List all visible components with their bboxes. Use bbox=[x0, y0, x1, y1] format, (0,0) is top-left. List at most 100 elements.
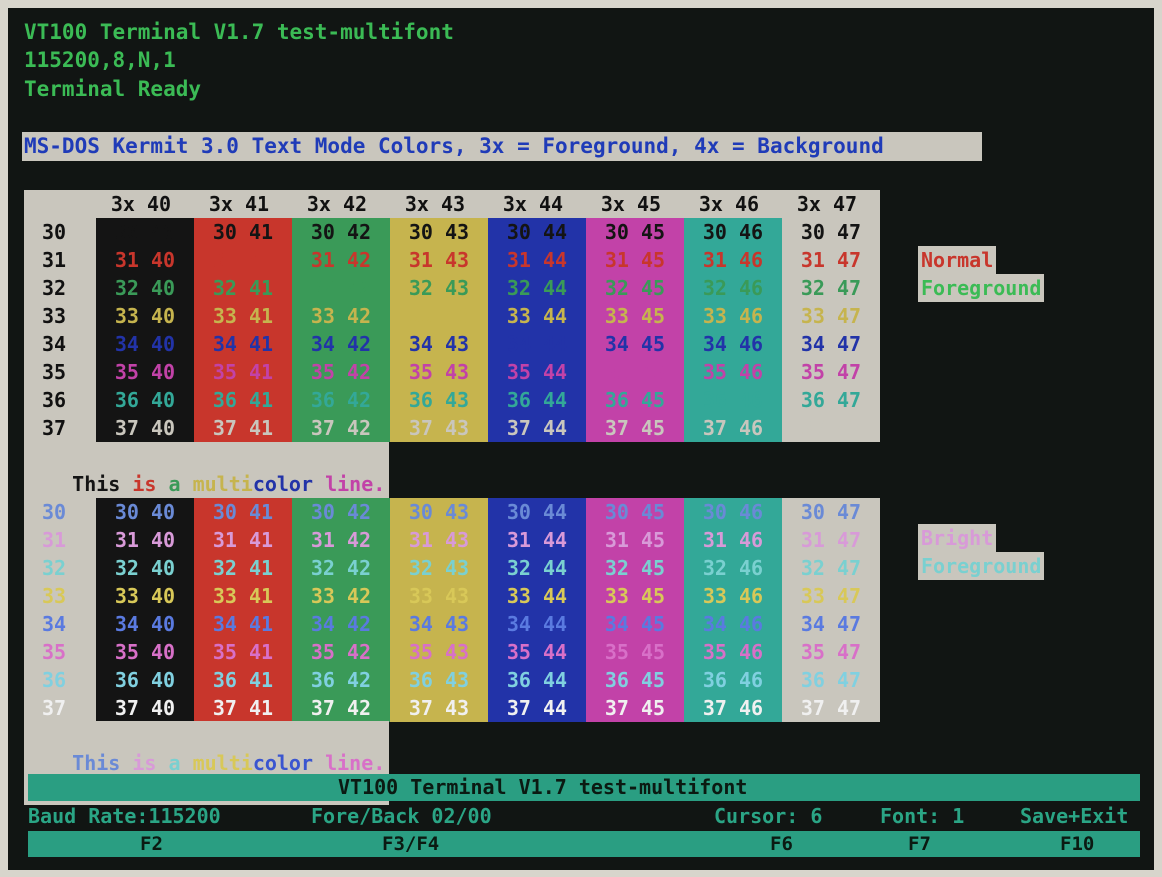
column-header: 3x 42 bbox=[306, 192, 368, 216]
color-sample-36-42: 36 42 bbox=[310, 668, 372, 692]
f3-f4-key[interactable]: F3/F4 bbox=[382, 831, 439, 857]
color-sample-36-41: 36 41 bbox=[212, 668, 274, 692]
color-sample-37-41: 37 41 bbox=[212, 416, 274, 440]
color-sample-34-46: 34 46 bbox=[702, 332, 764, 356]
color-sample-31-42: 31 42 bbox=[310, 248, 372, 272]
row-label: 30 bbox=[41, 220, 67, 244]
color-sample-31-44: 31 44 bbox=[506, 248, 568, 272]
multicolor-word: color bbox=[252, 751, 314, 775]
multicolor-word: a bbox=[156, 751, 181, 775]
color-sample-34-46: 34 46 bbox=[702, 612, 764, 636]
color-sample-35-47: 35 47 bbox=[800, 360, 862, 384]
color-sample-33-43: 33 43 bbox=[408, 584, 470, 608]
color-sample-32-40: 32 40 bbox=[114, 556, 176, 580]
function-key-bar: F2 F3/F4 F6 F7 F10 bbox=[28, 831, 1140, 857]
color-info-banner: MS-DOS Kermit 3.0 Text Mode Colors, 3x =… bbox=[22, 132, 982, 161]
multicolor-word: a bbox=[156, 472, 181, 496]
color-sample-31-45: 31 45 bbox=[604, 248, 666, 272]
fore-back-value: Fore/Back 02/00 bbox=[311, 804, 492, 828]
color-sample-37-43: 37 43 bbox=[408, 696, 470, 720]
color-sample-33-44: 33 44 bbox=[506, 584, 568, 608]
color-sample-35-41: 35 41 bbox=[212, 640, 274, 664]
color-sample-32-47: 32 47 bbox=[800, 276, 862, 300]
color-sample-30-46: 30 46 bbox=[702, 500, 764, 524]
terminal-title-line: VT100 Terminal V1.7 test-multifont bbox=[24, 20, 454, 44]
color-sample-32-44: 32 44 bbox=[506, 556, 568, 580]
color-sample-36-43: 36 43 bbox=[408, 388, 470, 412]
multicolor-word: multi bbox=[180, 751, 253, 775]
terminal-screen[interactable]: VT100 Terminal V1.7 test-multifont 11520… bbox=[8, 8, 1154, 870]
color-sample-31-43: 31 43 bbox=[408, 528, 470, 552]
color-sample-37-46: 37 46 bbox=[702, 416, 764, 440]
color-sample-36-47: 36 47 bbox=[800, 388, 862, 412]
multicolor-word: is bbox=[120, 751, 157, 775]
color-sample-36-46: 36 46 bbox=[702, 668, 764, 692]
color-sample-33-41: 33 41 bbox=[212, 304, 274, 328]
color-sample-34-40: 34 40 bbox=[114, 612, 176, 636]
color-sample-35-44: 35 44 bbox=[506, 640, 568, 664]
f2-key[interactable]: F2 bbox=[140, 831, 163, 857]
row-label: 37 bbox=[41, 416, 67, 440]
color-sample-30-47: 30 47 bbox=[800, 220, 862, 244]
color-sample-37-47: 37 47 bbox=[800, 416, 862, 440]
baud-rate: Baud Rate:115200 bbox=[28, 804, 221, 828]
font-value: Font: 1 bbox=[880, 804, 965, 828]
color-sample-34-41: 34 41 bbox=[212, 612, 274, 636]
color-sample-35-43: 35 43 bbox=[408, 640, 470, 664]
color-sample-34-41: 34 41 bbox=[212, 332, 274, 356]
color-sample-30-41: 30 41 bbox=[212, 500, 274, 524]
status-info-line: Baud Rate:115200 Fore/Back 02/00 Cursor:… bbox=[28, 803, 1140, 830]
column-header: 3x 47 bbox=[796, 192, 858, 216]
f6-key[interactable]: F6 bbox=[770, 831, 793, 857]
color-sample-33-45: 33 45 bbox=[604, 584, 666, 608]
color-sample-33-44: 33 44 bbox=[506, 304, 568, 328]
color-sample-30-45: 30 45 bbox=[604, 220, 666, 244]
f10-key[interactable]: F10 bbox=[1060, 831, 1094, 857]
column-header: 3x 41 bbox=[208, 192, 270, 216]
color-sample-37-45: 37 45 bbox=[604, 416, 666, 440]
color-sample-37-43: 37 43 bbox=[408, 416, 470, 440]
color-sample-34-45: 34 45 bbox=[604, 612, 666, 636]
color-sample-35-42: 35 42 bbox=[310, 360, 372, 384]
row-label: 32 bbox=[41, 276, 67, 300]
color-sample-30-47: 30 47 bbox=[800, 500, 862, 524]
status-title: VT100 Terminal V1.7 test-multifont bbox=[338, 775, 748, 799]
color-sample-37-47: 37 47 bbox=[800, 696, 862, 720]
color-sample-32-41: 32 41 bbox=[212, 556, 274, 580]
color-sample-34-43: 34 43 bbox=[408, 332, 470, 356]
multicolor-word: is bbox=[120, 472, 157, 496]
row-label: 33 bbox=[41, 584, 67, 608]
color-sample-30-44: 30 44 bbox=[506, 500, 568, 524]
color-sample-31-47: 31 47 bbox=[800, 248, 862, 272]
color-sample-34-42: 34 42 bbox=[310, 332, 372, 356]
color-sample-37-44: 37 44 bbox=[506, 416, 568, 440]
color-sample-30-44: 30 44 bbox=[506, 220, 568, 244]
row-label: 31 bbox=[41, 528, 67, 552]
color-sample-31-46: 31 46 bbox=[702, 248, 764, 272]
multicolor-word: color bbox=[252, 472, 314, 496]
color-sample-30-41: 30 41 bbox=[212, 220, 274, 244]
f7-key[interactable]: F7 bbox=[908, 831, 931, 857]
row-label: 31 bbox=[41, 248, 67, 272]
column-header: 3x 46 bbox=[698, 192, 760, 216]
multicolor-word: multi bbox=[180, 472, 253, 496]
color-sample-32-45: 32 45 bbox=[604, 556, 666, 580]
color-sample-30-40: 30 40 bbox=[114, 220, 176, 244]
column-header: 3x 43 bbox=[404, 192, 466, 216]
color-sample-33-47: 33 47 bbox=[800, 584, 862, 608]
color-sample-34-47: 34 47 bbox=[800, 332, 862, 356]
color-sample-36-44: 36 44 bbox=[506, 668, 568, 692]
color-sample-34-44: 34 44 bbox=[506, 332, 568, 356]
color-sample-31-43: 31 43 bbox=[408, 248, 470, 272]
color-sample-32-46: 32 46 bbox=[702, 276, 764, 300]
color-sample-32-45: 32 45 bbox=[604, 276, 666, 300]
multicolor-word: This bbox=[72, 751, 121, 775]
color-sample-36-45: 36 45 bbox=[604, 668, 666, 692]
color-sample-37-45: 37 45 bbox=[604, 696, 666, 720]
color-sample-31-40: 31 40 bbox=[114, 528, 176, 552]
color-sample-34-45: 34 45 bbox=[604, 332, 666, 356]
save-exit-label[interactable]: Save+Exit bbox=[1020, 803, 1128, 830]
row-label: 36 bbox=[41, 388, 67, 412]
color-sample-31-41: 31 41 bbox=[212, 528, 274, 552]
column-header: 3x 44 bbox=[502, 192, 564, 216]
